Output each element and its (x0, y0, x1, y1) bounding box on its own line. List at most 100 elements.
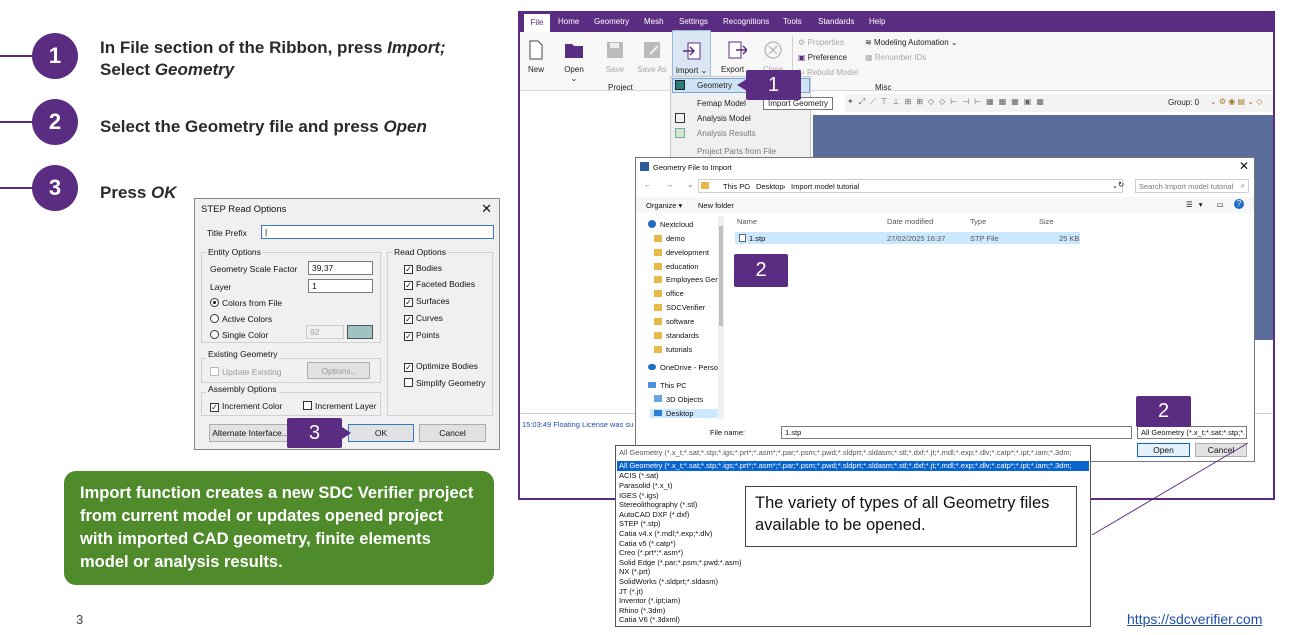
optimize-bodies-checkbox[interactable]: ✓ Optimize Bodies (404, 361, 478, 372)
path-this-pc[interactable]: This PC (723, 182, 750, 191)
type-option[interactable]: STEP (*.stp) (619, 519, 661, 529)
column-type[interactable]: Type (970, 217, 986, 226)
search-input[interactable]: Search Import model tutorial ⌕ (1135, 179, 1249, 193)
nav-development[interactable]: development (654, 248, 709, 257)
connector-line (1091, 442, 1249, 536)
export-button[interactable]: Export ⌄ (720, 40, 754, 74)
options-button[interactable]: Options.. (307, 362, 370, 379)
tab-standards[interactable]: Standards (818, 17, 854, 26)
cancel-button[interactable]: Cancel (419, 424, 486, 442)
update-existing-checkbox[interactable]: Update Existing (210, 367, 282, 377)
increment-color-checkbox[interactable]: ✓ Increment Color (210, 401, 282, 412)
column-name[interactable]: Name (737, 217, 757, 226)
layer-input[interactable]: 1 (308, 279, 373, 293)
tab-recognitions[interactable]: Recognitions (723, 17, 769, 26)
type-option[interactable]: Inventor (*.ipt;iam) (619, 596, 680, 606)
curves-checkbox[interactable]: ✓ Curves (404, 313, 443, 324)
nav-this-pc[interactable]: This PC (648, 381, 687, 390)
nav-3d-objects[interactable]: 3D Objects (654, 395, 703, 404)
faceted-bodies-checkbox[interactable]: ✓ Faceted Bodies (404, 279, 475, 290)
ribbon-tabs: File Home Geometry Mesh Settings Recogni… (520, 13, 1273, 32)
ok-button[interactable]: OK (348, 424, 414, 442)
close-button[interactable]: Close (761, 40, 785, 74)
menu-item-geometry[interactable]: Geometry (697, 81, 732, 90)
address-bar[interactable]: This PC › Desktop › Import model tutoria… (698, 179, 1123, 193)
properties-button[interactable]: ⚙ Properties (798, 38, 844, 47)
new-button[interactable]: New (525, 40, 547, 74)
type-list-header[interactable]: All Geometry (*.x_t;*.sat;*.stp;*.igs;*.… (619, 448, 1072, 458)
nav-sdcverifier[interactable]: SDCVerifier (654, 303, 705, 312)
menu-item-analysis-results[interactable]: Analysis Results (697, 129, 756, 138)
type-option[interactable]: Catia V6 (*.3dxml) (619, 615, 680, 625)
path-desktop[interactable]: Desktop (756, 182, 784, 191)
column-date[interactable]: Date modified (887, 217, 933, 226)
nav-onedrive[interactable]: OneDrive - Persor (648, 363, 720, 372)
simplify-geometry-checkbox[interactable]: Simplify Geometry (404, 378, 485, 388)
type-option[interactable]: NX (*.prt) (619, 567, 650, 577)
type-option[interactable]: SolidWorks (*.sldprt;*.sldasm) (619, 577, 718, 587)
type-option[interactable]: ACIS (*.sat) (619, 471, 659, 481)
group-selector[interactable]: Group: 0 (1168, 98, 1199, 107)
website-link[interactable]: https://sdcverifier.com (1127, 611, 1262, 627)
tools-icons[interactable]: ⌄ ⚙ ◉ ▤ ⌄ ◇ (1210, 97, 1262, 106)
tab-home[interactable]: Home (558, 17, 579, 26)
path-folder[interactable]: Import model tutorial (791, 182, 859, 191)
open-button[interactable]: Open ⌄ (560, 40, 588, 83)
tab-help[interactable]: Help (869, 17, 885, 26)
nav-tutorials[interactable]: tutorials (654, 345, 692, 354)
type-option[interactable]: Catia v4.x (*.mdl;*.exp;*.dlv) (619, 529, 712, 539)
organize-button[interactable]: Organize ▾ (646, 201, 682, 210)
menu-item-analysis-model[interactable]: Analysis Model (697, 114, 751, 123)
menu-item-femap-model[interactable]: Femap Model (697, 99, 746, 108)
nav-standards[interactable]: standards (654, 331, 699, 340)
tab-mesh[interactable]: Mesh (644, 17, 664, 26)
type-option[interactable]: Creo (*.prt*;*.asm*) (619, 548, 683, 558)
nav-nextcloud[interactable]: Nextcloud (648, 220, 693, 229)
save-as-button[interactable]: Save As (637, 40, 667, 74)
nav-scrollbar[interactable] (718, 216, 724, 419)
tab-tools[interactable]: Tools (783, 17, 802, 26)
file-row[interactable]: 1.stp 27/02/2025 16:37 STP File 25 KB (735, 232, 1080, 244)
close-icon[interactable]: ✕ (1239, 159, 1249, 173)
scale-factor-input[interactable]: 39,37 (308, 261, 373, 275)
menu-item-project-parts[interactable]: Project Parts from File (697, 147, 776, 156)
type-option[interactable]: Stereolithography (*.stl) (619, 500, 697, 510)
file-name-input[interactable]: 1.stp (781, 426, 1132, 439)
tab-settings[interactable]: Settings (679, 17, 708, 26)
nav-software[interactable]: software (654, 317, 694, 326)
column-size[interactable]: Size (1039, 217, 1054, 226)
nav-education[interactable]: education (654, 262, 699, 271)
tab-file[interactable]: File (524, 14, 550, 32)
toolbar-icons[interactable]: ✦⤢⟋⊤⊥⊞⊞◇◇⊢⊣⊢▦▦▦▣▦ (847, 97, 1049, 107)
close-icon[interactable]: ✕ (481, 201, 492, 217)
single-color-value[interactable]: 92 (306, 325, 344, 339)
alternate-interface-button[interactable]: Alternate Interface... (209, 424, 292, 442)
renumber-ids-button[interactable]: ▦ Renumber IDs (865, 53, 926, 62)
color-swatch[interactable] (347, 325, 373, 339)
increment-layer-checkbox[interactable]: Increment Layer (303, 401, 376, 411)
active-colors-radio[interactable]: Active Colors (210, 314, 272, 324)
bodies-checkbox[interactable]: ✓ Bodies (404, 263, 442, 274)
nav-desktop[interactable]: Desktop (650, 409, 722, 418)
new-folder-button[interactable]: New folder (698, 201, 734, 210)
refresh-icon[interactable]: ↻ (1118, 180, 1124, 189)
nav-demo[interactable]: demo (654, 234, 685, 243)
nav-employees[interactable]: Employees Gene (654, 275, 724, 284)
nav-office[interactable]: office (654, 289, 684, 298)
surfaces-checkbox[interactable]: ✓ Surfaces (404, 296, 450, 307)
type-option[interactable]: Parasolid (*.x_t) (619, 481, 672, 491)
file-type-select[interactable]: All Geometry (*.x_t;*.sat;*.stp;*. (1137, 426, 1247, 439)
help-icon[interactable]: ? (1234, 199, 1244, 209)
tab-geometry[interactable]: Geometry (594, 17, 629, 26)
save-button[interactable]: Save (604, 40, 626, 74)
colors-from-file-radio[interactable]: Colors from File (210, 298, 282, 308)
command-bar: Organize ▾ New folder ☰▾ ▭ ? (636, 197, 1254, 213)
single-color-radio[interactable]: Single Color (210, 330, 268, 340)
preference-button[interactable]: ▣ Preference (798, 53, 847, 62)
title-prefix-input[interactable]: | (261, 225, 494, 239)
modeling-automation-button[interactable]: ≋ Modeling Automation ⌄ (865, 38, 958, 47)
computer-icon (648, 382, 656, 388)
points-checkbox[interactable]: ✓ Points (404, 330, 440, 341)
type-option[interactable]: All Geometry (*.x_t;*.sat;*.stp;*.igs;*.… (619, 461, 1072, 471)
view-options-icons[interactable]: ☰▾ ▭ (1186, 200, 1230, 209)
